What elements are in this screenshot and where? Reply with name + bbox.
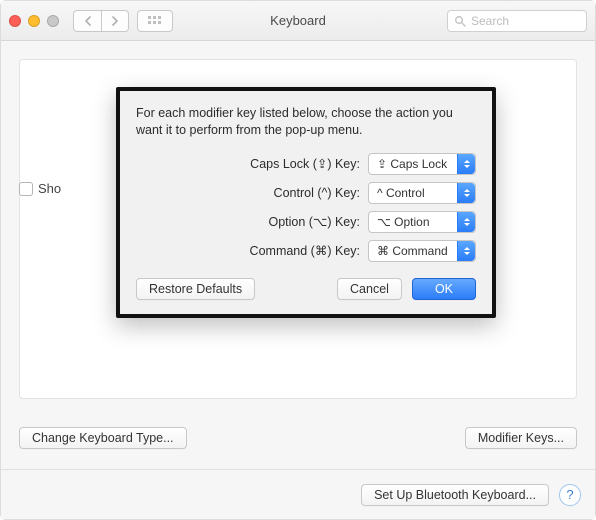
modifier-keys-sheet: For each modifier key listed below, choo… [116,87,496,318]
close-window-button[interactable] [9,15,21,27]
back-button[interactable] [73,10,101,32]
nav-back-forward [73,10,129,32]
row-option: Option (⌥) Key: ⌥ Option [136,211,476,233]
content-area: Sho Change Keyboard Type... Modifier Key… [1,41,595,469]
keyboard-prefs-window: Keyboard Search Sho Change Keyboard Type… [0,0,596,520]
sheet-description: For each modifier key listed below, choo… [136,105,476,139]
sheet-button-row: Restore Defaults Cancel OK [136,278,476,300]
checkbox[interactable] [19,182,33,196]
row-caps-lock: Caps Lock (⇪) Key: ⇪ Caps Lock [136,153,476,175]
setup-bluetooth-button[interactable]: Set Up Bluetooth Keyboard... [361,484,549,506]
forward-button[interactable] [101,10,129,32]
popup-stepper-icon [457,183,475,203]
control-label: Control (^) Key: [136,186,360,200]
popup-stepper-icon [457,241,475,261]
option-popup[interactable]: ⌥ Option [368,211,476,233]
ok-button[interactable]: OK [412,278,476,300]
row-control: Control (^) Key: ^ Control [136,182,476,204]
cancel-button[interactable]: Cancel [337,278,402,300]
caps-lock-label: Caps Lock (⇪) Key: [136,156,360,171]
help-button[interactable]: ? [559,484,581,506]
restore-defaults-button[interactable]: Restore Defaults [136,278,255,300]
checkbox-label: Sho [38,181,61,196]
option-value: ⌥ Option [377,215,430,229]
command-popup[interactable]: ⌘ Command [368,240,476,262]
show-all-button[interactable] [137,10,173,32]
control-popup[interactable]: ^ Control [368,182,476,204]
row-command: Command (⌘) Key: ⌘ Command [136,240,476,262]
search-icon [454,15,466,27]
search-placeholder: Search [471,14,509,28]
caps-lock-value: ⇪ Caps Lock [377,157,447,171]
panel-bottom-buttons: Change Keyboard Type... Modifier Keys... [19,427,577,449]
option-label: Option (⌥) Key: [136,214,360,229]
search-field[interactable]: Search [447,10,587,32]
control-value: ^ Control [377,186,425,200]
titlebar: Keyboard Search [1,1,595,41]
caps-lock-popup[interactable]: ⇪ Caps Lock [368,153,476,175]
window-footer: Set Up Bluetooth Keyboard... ? [1,469,595,519]
zoom-window-button[interactable] [47,15,59,27]
popup-stepper-icon [457,212,475,232]
traffic-lights [9,15,59,27]
command-value: ⌘ Command [377,244,448,258]
command-label: Command (⌘) Key: [136,243,360,258]
popup-stepper-icon [457,154,475,174]
change-keyboard-type-button[interactable]: Change Keyboard Type... [19,427,187,449]
modifier-keys-button[interactable]: Modifier Keys... [465,427,577,449]
minimize-window-button[interactable] [28,15,40,27]
background-checkbox-row: Sho [19,181,61,196]
